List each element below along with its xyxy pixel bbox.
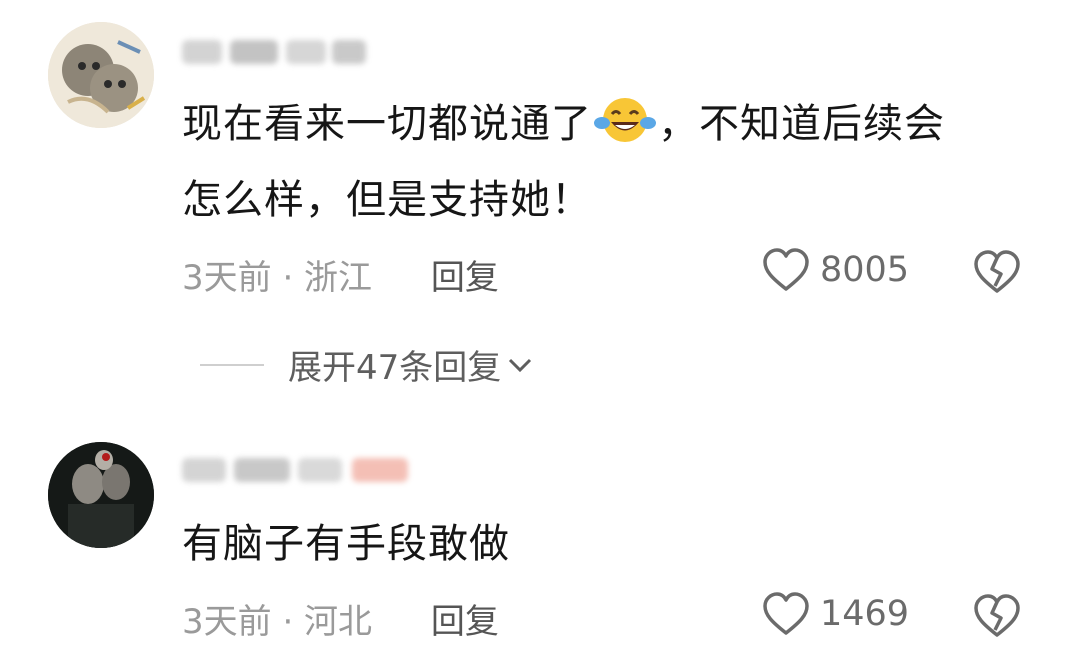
dislike-button[interactable]	[972, 594, 1022, 642]
comment-text-line-1: 有脑子有手段敢做	[182, 521, 510, 567]
broken-heart-icon	[974, 250, 1020, 293]
comment-text: 现在看来一切都说通了 ，不知道后续会 怎么样，但是支持她！	[182, 86, 1042, 238]
face-with-tears-of-joy-icon	[594, 94, 656, 144]
username-blurred[interactable]	[182, 448, 412, 492]
dislike-button[interactable]	[972, 250, 1022, 298]
comment-text: 有脑子有手段敢做	[182, 506, 1042, 582]
comment-text-line-2: 怎么样，但是支持她！	[182, 177, 592, 223]
broken-heart-icon	[974, 594, 1020, 637]
time-location: 3天前 · 河北	[182, 602, 373, 642]
divider-line	[200, 363, 264, 366]
expand-replies-button[interactable]: 展开47条回复	[200, 340, 533, 389]
cat-avatar-icon	[48, 22, 154, 128]
comment-meta: 3天前 · 河北 回复	[182, 594, 499, 643]
heart-icon	[763, 248, 809, 291]
reply-button[interactable]: 回复	[431, 602, 499, 642]
time-location: 3天前 · 浙江	[182, 258, 373, 298]
expand-replies-label: 展开47条回复	[288, 348, 502, 388]
chevron-down-icon	[509, 358, 532, 372]
comment-meta: 3天前 · 浙江 回复	[182, 250, 499, 299]
avatar[interactable]	[48, 22, 154, 128]
comment-text-part-2: ，不知道后续会	[658, 101, 945, 147]
portrait-avatar-icon	[48, 442, 154, 548]
like-button[interactable]: 1469	[762, 592, 909, 636]
reply-button[interactable]: 回复	[431, 258, 499, 298]
username-blurred[interactable]	[182, 30, 372, 74]
like-count: 8005	[820, 250, 910, 290]
like-button[interactable]: 8005	[762, 248, 909, 292]
comment-text-part-1: 现在看来一切都说通了	[182, 101, 592, 147]
heart-icon	[763, 592, 809, 635]
avatar[interactable]	[48, 442, 154, 548]
like-count: 1469	[820, 594, 910, 634]
